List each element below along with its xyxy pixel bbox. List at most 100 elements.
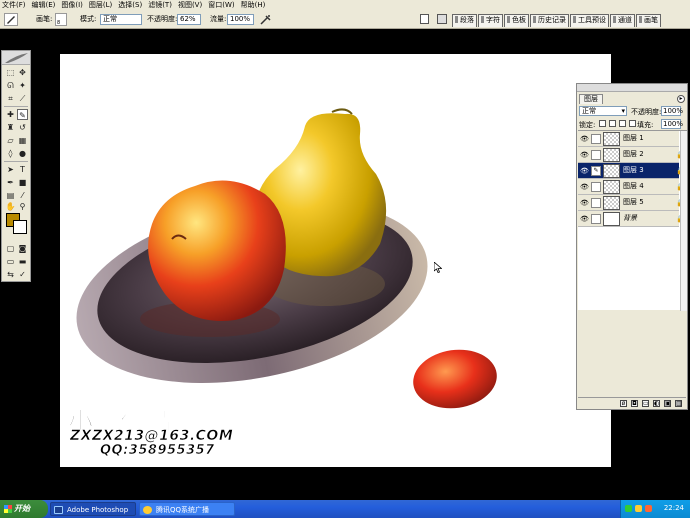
tab-swatches[interactable]: 色板 [504,14,529,27]
new-set-icon[interactable]: ▭ [642,399,649,407]
tab-character[interactable]: 字符 [478,14,503,27]
brush-icon[interactable]: ✎ [591,166,601,176]
tab-tool-presets[interactable]: 工具预设 [570,14,609,27]
layer-row-selected[interactable]: 👁 ✎ 图层 3 🔒 [578,163,685,179]
link-toggle[interactable] [591,134,601,144]
marquee-tool-icon[interactable]: ⬚ [5,67,16,78]
blend-mode-select[interactable]: 正常 [579,106,627,116]
move-tool-icon[interactable]: ✥ [17,67,28,78]
layer-name: 图层 5 [623,198,644,206]
crop-tool-icon[interactable]: ⌗ [5,93,16,104]
menu-window[interactable]: 窗口(W) [208,0,234,10]
mode-select[interactable]: 正常 [100,14,142,25]
slice-tool-icon[interactable]: ⟋ [17,93,28,104]
menu-file[interactable]: 文件(F) [2,0,26,10]
trash-icon[interactable]: ▥ [675,399,682,407]
background-color-swatch[interactable] [13,220,27,234]
taskbar-photoshop[interactable]: Adobe Photoshop [50,502,136,516]
new-layer-icon[interactable]: ▣ [664,399,671,407]
menu-select[interactable]: 选择(S) [118,0,142,10]
opacity-field[interactable]: 62% [177,14,201,25]
eye-icon[interactable]: 👁 [580,215,589,223]
tray-icon[interactable] [645,505,652,512]
quick-mask-icon[interactable]: ◙ [17,243,28,254]
link-toggle[interactable] [591,150,601,160]
start-button[interactable]: 开始 [0,500,48,518]
layers-footer: ø ◘ ▭ ◐ ▣ ▥ [578,397,686,408]
menu-image[interactable]: 图像(I) [61,0,83,10]
zoom-tool-icon[interactable]: ⚲ [17,201,28,212]
eye-icon[interactable]: 👁 [580,135,589,143]
layer-row[interactable]: 👁 背景 🔒 [578,211,685,227]
menu-edit[interactable]: 编辑(E) [32,0,56,10]
magic-wand-icon[interactable]: ✦ [17,80,28,91]
healing-brush-icon[interactable]: ✚ [5,109,16,120]
pen-tool-icon[interactable]: ✒ [5,177,16,188]
flow-field[interactable]: 100% [227,14,254,25]
type-tool-icon[interactable]: T [17,164,28,175]
palette-well-toggle[interactable] [437,14,447,24]
layer-row[interactable]: 👁 图层 5 🔒 [578,195,685,211]
hand-tool-icon[interactable]: ✋ [5,201,16,212]
eyedropper-icon[interactable]: ⁄ [17,190,28,201]
menu-layer[interactable]: 图层(L) [89,0,112,10]
lock-position-checkbox[interactable] [619,120,626,127]
brush-label: 画笔: [36,15,53,23]
file-browser-button[interactable] [420,14,429,24]
gradient-tool-icon[interactable]: ▦ [17,135,28,146]
path-select-icon[interactable]: ➤ [5,164,16,175]
menu-help[interactable]: 帮助(H) [241,0,266,10]
taskbar: 开始 Adobe Photoshop 腾讯QQ系统广播 22:24 [0,500,690,518]
layers-panel-titlebar[interactable] [577,84,687,92]
tab-channels[interactable]: 通道 [610,14,635,27]
notes-tool-icon[interactable]: ▤ [5,190,16,201]
eye-icon[interactable]: 👁 [580,167,589,175]
stamp-tool-icon[interactable]: ♜ [5,122,16,133]
tray-icon[interactable] [635,505,642,512]
layer-row[interactable]: 👁 图层 2 🔒 [578,147,685,163]
layer-mask-icon[interactable]: ◘ [631,399,638,407]
layer-name: 背景 [623,214,637,222]
fill-field[interactable]: 100% [661,119,683,129]
imageready-icon[interactable]: ⇆ [5,269,16,280]
layer-thumbnail [603,196,620,210]
eye-icon[interactable]: 👁 [580,199,589,207]
airbrush-button[interactable] [260,14,272,25]
eye-icon[interactable]: 👁 [580,151,589,159]
tray-icon[interactable] [625,505,632,512]
shape-tool-icon[interactable]: ■ [17,177,28,188]
tab-history[interactable]: 历史记录 [530,14,569,27]
tab-paragraph[interactable]: 段落 [452,14,477,27]
screen-mode-icon[interactable]: ▭ [5,256,16,267]
link-toggle[interactable] [591,182,601,192]
lock-pixels-checkbox[interactable] [609,120,616,127]
tool-preset-picker[interactable] [4,13,18,26]
lasso-tool-icon[interactable]: ᘏ [5,80,16,91]
link-toggle[interactable] [591,214,601,224]
layer-list-scrollbar[interactable] [680,131,687,311]
eye-icon[interactable]: 👁 [580,183,589,191]
layer-style-icon[interactable]: ø [620,399,627,407]
layer-row[interactable]: 👁 图层 4 🔒 [578,179,685,195]
link-toggle[interactable] [591,198,601,208]
lock-transparency-checkbox[interactable] [599,120,606,127]
brush-tool-icon[interactable]: ✎ [17,109,28,120]
tab-brushes[interactable]: 画笔 [636,14,661,27]
adjustment-layer-icon[interactable]: ◐ [653,399,660,407]
brush-picker[interactable]: 8 [55,13,67,26]
fullscreen-mode-icon[interactable]: ▬ [17,256,28,267]
jump-icon[interactable]: ✓ [17,269,28,280]
panel-menu-button[interactable]: ▸ [677,95,685,103]
layer-opacity-field[interactable]: 100% [661,106,683,116]
layer-row[interactable]: 👁 图层 1 [578,131,679,147]
dodge-tool-icon[interactable]: ● [17,148,28,159]
tab-layers[interactable]: 图层 [579,94,603,104]
blur-tool-icon[interactable]: ◊ [5,148,16,159]
menu-view[interactable]: 视图(V) [178,0,202,10]
eraser-tool-icon[interactable]: ▱ [5,135,16,146]
history-brush-icon[interactable]: ↺ [17,122,28,133]
taskbar-qq[interactable]: 腾讯QQ系统广播 [139,502,235,516]
menu-filter[interactable]: 滤镜(T) [148,0,172,10]
standard-mode-icon[interactable]: ▢ [5,243,16,254]
lock-all-checkbox[interactable] [629,120,636,127]
